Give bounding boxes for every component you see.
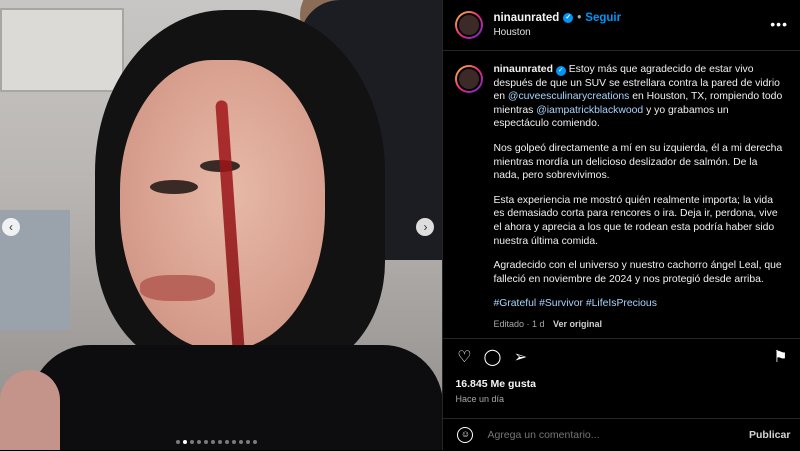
share-icon[interactable]: ➢	[511, 349, 529, 367]
carousel-dot	[218, 440, 222, 444]
post-sidebar: ninaunrated ✓ • Seguir Houston ••• ninau…	[442, 0, 800, 450]
bookmark-icon[interactable]: ⚑	[771, 349, 789, 367]
publish-button[interactable]: Publicar	[749, 429, 790, 441]
carousel-dot	[211, 440, 215, 444]
follow-button[interactable]: Seguir	[585, 12, 621, 24]
heart-icon[interactable]: ♡	[455, 349, 473, 367]
carousel-dot	[232, 440, 236, 444]
more-options-icon[interactable]: •••	[770, 16, 788, 32]
post-modal: ‹ › ninaunrated ✓ • Seguir Houston ••• n…	[0, 0, 800, 450]
photo-eye	[150, 180, 198, 194]
carousel-dot	[197, 440, 201, 444]
photo-lips	[140, 275, 215, 301]
verified-badge-icon: ✓	[563, 13, 574, 23]
comment-bar: ☺ Publicar	[443, 418, 800, 451]
carousel-dot	[204, 440, 208, 444]
caption-paragraph: Agradecido con el universo y nuestro cac…	[493, 260, 782, 285]
see-original-link[interactable]: Ver original	[553, 319, 602, 329]
caption-paragraph: Nos golpeó directamente a mí en su izqui…	[493, 142, 783, 182]
mention-link[interactable]: @iampatrickblackwood	[536, 105, 643, 116]
caption-paragraph: ninaunrated ✓ Estoy más que agradecido d…	[493, 63, 783, 131]
previous-arrow-icon[interactable]: ‹	[2, 218, 20, 236]
post-time: Hace un día	[455, 394, 504, 404]
carousel-dot	[176, 440, 180, 444]
emoji-icon[interactable]: ☺	[457, 427, 474, 443]
photo-bg-cabinet	[0, 8, 124, 92]
action-bar: ♡ ◯ ➢ ⚑	[443, 338, 800, 383]
avatar[interactable]	[455, 65, 484, 93]
post-header: ninaunrated ✓ • Seguir Houston •••	[443, 0, 800, 51]
caption-username[interactable]: ninaunrated	[493, 64, 552, 75]
caption-paragraph: Esta experiencia me mostró quién realmen…	[493, 194, 778, 247]
carousel-dot	[239, 440, 243, 444]
location-link[interactable]: Houston	[493, 27, 621, 38]
comment-icon[interactable]: ◯	[483, 349, 502, 367]
carousel-dot	[183, 440, 187, 444]
likes-count[interactable]: 16.845 Me gusta	[455, 378, 536, 390]
carousel-dots	[176, 440, 257, 444]
carousel-dot	[246, 440, 250, 444]
avatar[interactable]	[455, 11, 484, 39]
comment-input[interactable]	[485, 428, 750, 442]
username[interactable]: ninaunrated	[493, 12, 559, 24]
verified-badge-icon: ✓	[555, 66, 566, 76]
separator: •	[577, 12, 582, 24]
caption: ninaunrated ✓ Estoy más que agradecido d…	[443, 51, 800, 332]
edited-label: Editado · 1 d	[493, 318, 545, 329]
carousel-dot	[190, 440, 194, 444]
carousel-dot	[253, 440, 257, 444]
caption-meta: Editado · 1 d Ver original	[493, 318, 783, 332]
photo-shoulder	[0, 370, 60, 450]
post-photo[interactable]: ‹ ›	[0, 0, 443, 450]
hashtags[interactable]: #Grateful #Survivor #LifeIsPrecious	[493, 297, 783, 311]
mention-link[interactable]: @cuveesculinarycreations	[508, 91, 629, 102]
photo-shirt	[30, 345, 443, 450]
carousel-dot	[225, 440, 229, 444]
